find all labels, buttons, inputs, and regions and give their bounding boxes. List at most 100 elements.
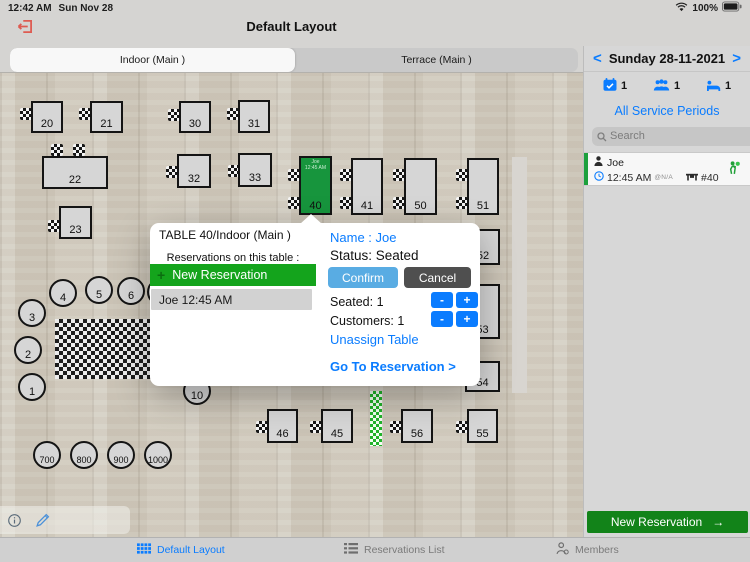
table-number: 33 bbox=[249, 173, 261, 185]
popup-arrow bbox=[300, 214, 322, 224]
table-number: 800 bbox=[76, 456, 91, 465]
table-40[interactable]: Joe 12:45 AM 40 bbox=[299, 156, 332, 215]
table-6[interactable]: 6 bbox=[117, 277, 145, 305]
table-30[interactable]: 30 bbox=[179, 101, 211, 133]
table-4[interactable]: 4 bbox=[49, 279, 77, 307]
new-reservation-button-label: New Reservation bbox=[611, 515, 702, 529]
status-bar: 12:42 AM Sun Nov 28 100% bbox=[0, 0, 750, 16]
customers-minus-button[interactable]: - bbox=[431, 311, 453, 327]
chair-icon bbox=[73, 144, 85, 156]
header-bar: Default Layout bbox=[0, 16, 750, 46]
table-20[interactable]: 20 bbox=[31, 101, 63, 133]
table-number: 56 bbox=[411, 429, 423, 441]
table-number: 31 bbox=[248, 119, 260, 131]
search-input[interactable] bbox=[592, 127, 750, 146]
table-21[interactable]: 21 bbox=[90, 101, 123, 133]
table-45[interactable]: 45 bbox=[321, 409, 353, 443]
info-icon[interactable] bbox=[8, 514, 21, 527]
popup-new-reservation-button[interactable]: + New Reservation bbox=[150, 264, 316, 286]
table-41[interactable]: 41 bbox=[351, 158, 383, 215]
table-number: 23 bbox=[69, 225, 81, 237]
table-number: 32 bbox=[188, 174, 200, 186]
customers-plus-button[interactable]: + bbox=[456, 311, 478, 327]
table-700[interactable]: 700 bbox=[33, 441, 61, 469]
confirm-button[interactable]: Confirm bbox=[328, 267, 398, 288]
person-icon bbox=[594, 156, 603, 169]
stat-seated-value: 1 bbox=[725, 80, 731, 92]
clock-icon bbox=[594, 171, 604, 184]
tab-default-layout[interactable]: Default Layout bbox=[137, 538, 225, 562]
seated-plus-button[interactable]: + bbox=[456, 292, 478, 308]
table-56[interactable]: 56 bbox=[401, 409, 433, 443]
table-800[interactable]: 800 bbox=[70, 441, 98, 469]
cancel-button[interactable]: Cancel bbox=[404, 267, 471, 288]
popup-table-header: TABLE 40/Indoor (Main ) bbox=[159, 228, 291, 242]
table-22[interactable]: 22 bbox=[42, 156, 108, 189]
reservation-channel: @N/A bbox=[654, 174, 673, 181]
table-50[interactable]: 50 bbox=[404, 158, 437, 215]
stat-guests-value: 1 bbox=[674, 80, 680, 92]
green-divider-strip bbox=[370, 391, 382, 446]
tab-reservations-list[interactable]: Reservations List bbox=[344, 538, 445, 562]
table-33[interactable]: 33 bbox=[238, 153, 272, 187]
table-900[interactable]: 900 bbox=[107, 441, 135, 469]
reservations-sidebar: < Sunday 28-11-2021 > 1 1 1 All Service … bbox=[583, 46, 750, 537]
floor-plan[interactable]: TABLE 40/Indoor (Main ) Reservations on … bbox=[0, 72, 583, 537]
stat-reservations: 1 bbox=[603, 78, 627, 94]
table-23[interactable]: 23 bbox=[59, 206, 92, 239]
table-32[interactable]: 32 bbox=[177, 154, 211, 188]
table-number: 1 bbox=[29, 387, 35, 398]
table-number: 55 bbox=[476, 429, 488, 441]
table-55[interactable]: 55 bbox=[467, 409, 498, 443]
popup-status-label: Status: Seated bbox=[330, 248, 419, 263]
table-46[interactable]: 46 bbox=[267, 409, 298, 443]
wifi-icon bbox=[675, 2, 688, 15]
search-row: Cancel bbox=[584, 125, 750, 147]
table-number: 45 bbox=[331, 429, 343, 441]
seated-icon bbox=[706, 79, 721, 94]
tab-members[interactable]: Members bbox=[556, 538, 619, 562]
tab-terrace-main[interactable]: Terrace (Main ) bbox=[295, 48, 578, 72]
floor-edit-toolbar bbox=[0, 506, 130, 534]
pencil-icon[interactable] bbox=[35, 513, 50, 528]
day-stats: 1 1 1 bbox=[584, 74, 750, 98]
seated-count-label: Seated: 1 bbox=[330, 295, 384, 309]
unassign-table-link[interactable]: Unassign Table bbox=[330, 332, 419, 347]
table-1[interactable]: 1 bbox=[18, 373, 46, 401]
popup-reservation-row[interactable]: Joe 12:45 AM bbox=[151, 289, 312, 310]
customers-count-label: Customers: 1 bbox=[330, 314, 404, 328]
table-5[interactable]: 5 bbox=[85, 276, 113, 304]
tab-indoor-main[interactable]: Indoor (Main ) bbox=[10, 48, 295, 72]
table-number: 3 bbox=[29, 313, 35, 324]
plus-icon: + bbox=[157, 267, 165, 283]
table-31[interactable]: 31 bbox=[238, 100, 270, 133]
arrow-right-icon: → bbox=[712, 515, 724, 529]
stat-seated: 1 bbox=[706, 79, 731, 94]
status-time: 12:42 AM bbox=[8, 3, 52, 14]
seated-minus-button[interactable]: - bbox=[431, 292, 453, 308]
table-number: 5 bbox=[96, 290, 102, 301]
all-service-periods-link[interactable]: All Service Periods bbox=[584, 104, 750, 118]
go-to-reservation-link[interactable]: Go To Reservation > bbox=[330, 359, 456, 374]
chair-icon bbox=[51, 144, 63, 156]
wall-divider bbox=[512, 157, 527, 393]
next-day-button[interactable]: > bbox=[732, 50, 741, 67]
popup-guest-name: Name : Joe bbox=[330, 230, 396, 245]
table-1000[interactable]: 1000 bbox=[144, 441, 172, 469]
table-2[interactable]: 2 bbox=[14, 336, 42, 364]
table-reservation-label: Joe 12:45 AM bbox=[301, 159, 330, 171]
tab-members-label: Members bbox=[575, 544, 619, 556]
new-reservation-button[interactable]: New Reservation → bbox=[587, 511, 748, 533]
reservation-list-item[interactable]: Joe 12:45 AM @N/A #40 bbox=[584, 152, 750, 186]
popup-reservations-label: Reservations on this table : bbox=[150, 252, 316, 264]
table-3[interactable]: 3 bbox=[18, 299, 46, 327]
grid-icon bbox=[137, 543, 151, 557]
new-reservation-label: New Reservation bbox=[172, 268, 267, 282]
reservation-guest-name: Joe bbox=[607, 157, 624, 169]
table-51[interactable]: 51 bbox=[467, 158, 499, 215]
table-number: 50 bbox=[414, 201, 426, 213]
table-number: 40 bbox=[309, 201, 321, 213]
previous-day-button[interactable]: < bbox=[593, 50, 602, 67]
table-number: 700 bbox=[39, 456, 54, 465]
table-number: 22 bbox=[69, 175, 81, 187]
